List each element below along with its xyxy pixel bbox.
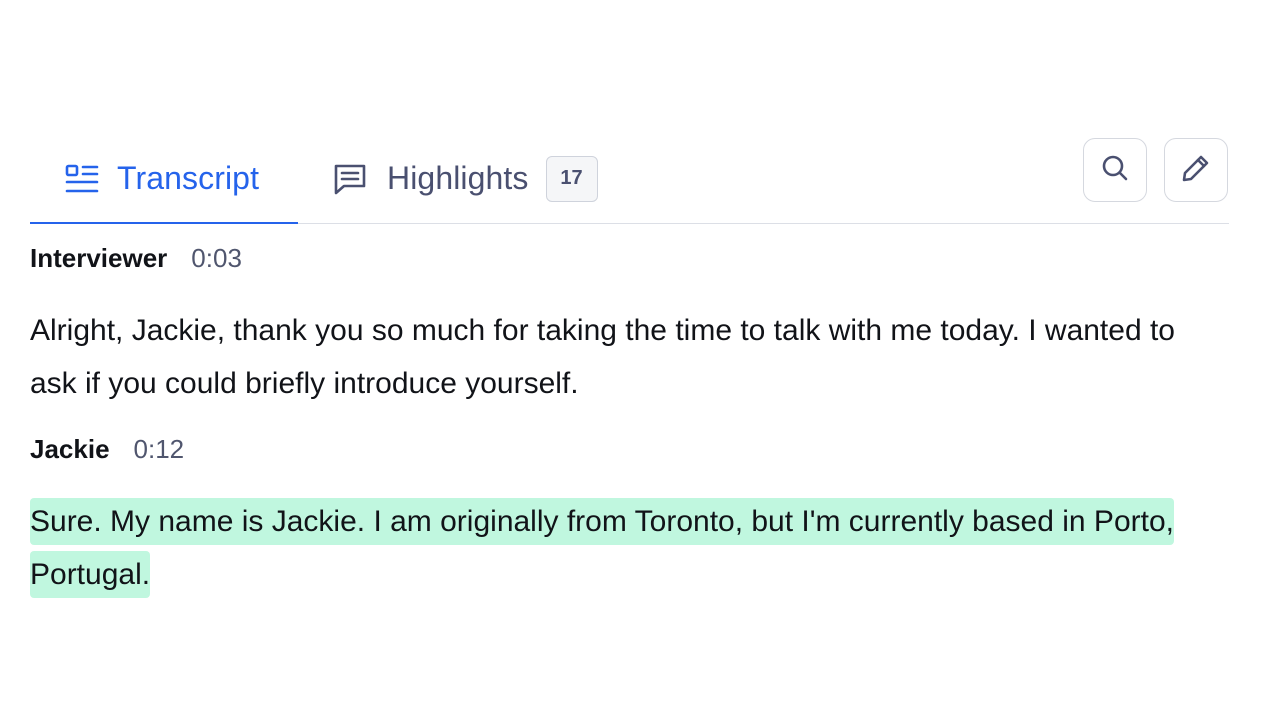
tab-highlights-label: Highlights	[387, 160, 529, 196]
transcript-lines-icon	[64, 161, 100, 197]
speaker-name: Interviewer	[30, 243, 168, 273]
tab-transcript-label: Transcript	[117, 160, 260, 196]
utterance-text: Alright, Jackie, thank you so much for t…	[30, 314, 1175, 400]
pencil-icon	[1181, 153, 1211, 188]
tab-transcript[interactable]: Transcript	[30, 134, 298, 224]
search-icon	[1100, 153, 1130, 188]
timestamp-link[interactable]: 0:03	[191, 243, 242, 274]
speaker-name: Jackie	[30, 434, 110, 464]
transcript-panel: Transcript Highlights 17 Interviewer 0:0…	[0, 0, 1280, 720]
highlighted-text[interactable]: Sure. My name is Jackie. I am originally…	[30, 498, 1174, 598]
tab-bar: Transcript Highlights 17	[30, 134, 1229, 224]
utterance-text: Sure. My name is Jackie. I am originally…	[30, 495, 1200, 601]
edit-button[interactable]	[1164, 138, 1228, 202]
message-square-icon	[332, 161, 368, 197]
search-button[interactable]	[1083, 138, 1147, 202]
timestamp-link[interactable]: 0:12	[134, 434, 185, 465]
highlights-count-badge: 17	[545, 155, 598, 202]
speaker-row: Interviewer 0:03	[30, 243, 1230, 277]
transcript-entry: Interviewer 0:03 Alright, Jackie, thank …	[30, 243, 1230, 410]
speaker-row: Jackie 0:12	[30, 434, 1230, 468]
transcript-entry: Jackie 0:12 Sure. My name is Jackie. I a…	[30, 434, 1230, 601]
tab-highlights[interactable]: Highlights 17	[332, 134, 598, 223]
